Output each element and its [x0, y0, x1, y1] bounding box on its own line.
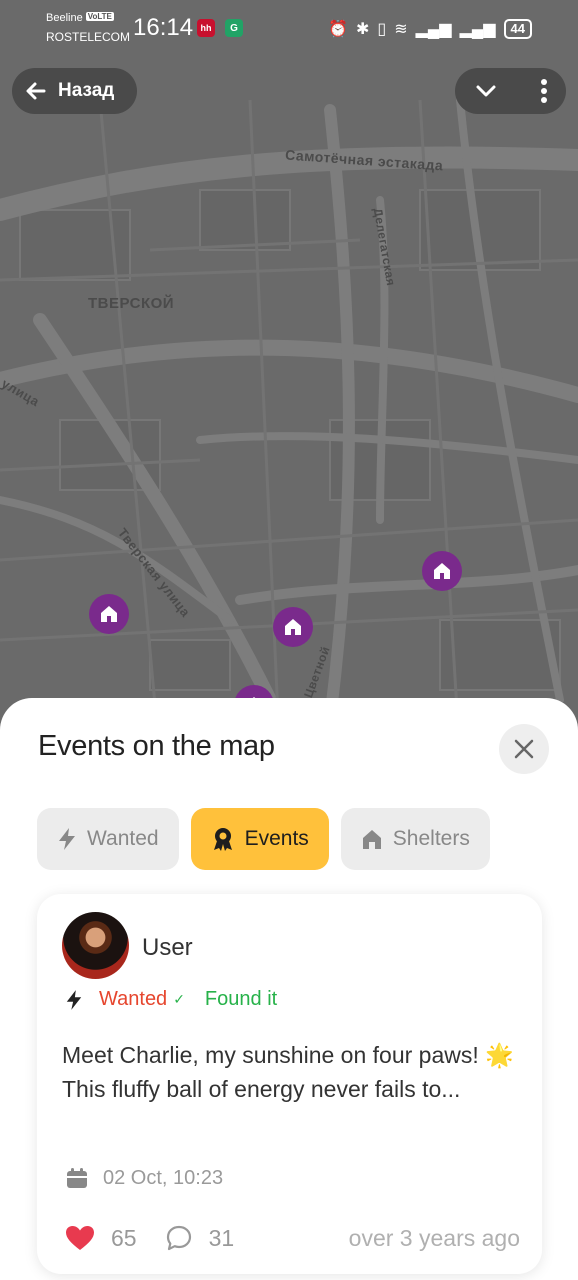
tab-label: Shelters [392, 827, 470, 850]
grammarly-app-icon: G [225, 19, 243, 37]
house-icon [285, 619, 301, 635]
arrow-left-icon [26, 82, 46, 100]
time-ago: over 3 years ago [348, 1224, 520, 1251]
bluetooth-icon: ✱ [356, 21, 370, 38]
heart-icon[interactable] [65, 1225, 95, 1251]
event-card[interactable]: User Wanted ✓ Found it Meet Charlie, my … [37, 894, 542, 1274]
tab-label: Wanted [87, 827, 159, 850]
status-icons: ⏰ ✱ ▯ ≋ ▂▄▆ ▂▄▆ 44 [328, 16, 532, 42]
status-found: Found it [204, 988, 278, 1010]
filter-tabs: Wanted Events Shelters [37, 808, 490, 870]
carrier-top: Beeline VoLTE [46, 12, 114, 24]
alarm-icon: ⏰ [328, 21, 348, 38]
tab-label: Events [244, 827, 309, 850]
status-wanted: Wanted [99, 988, 168, 1010]
tab-wanted[interactable]: Wanted [37, 808, 179, 870]
map-label-district: ТВЕРСКОЙ [88, 295, 175, 312]
calendar-icon [67, 1168, 87, 1188]
signal-icon: ▂▄▆ [459, 21, 496, 38]
tab-events[interactable]: Events [190, 808, 329, 870]
date-row: 02 Oct, 10:23 [65, 1166, 223, 1190]
house-icon [101, 606, 117, 622]
like-count: 65 [111, 1224, 137, 1251]
signal-icon: ▂▄▆ [415, 21, 452, 38]
map-pin[interactable] [89, 594, 129, 634]
back-button[interactable]: Назад [12, 68, 137, 114]
map[interactable]: ТВЕРСКОЙ Самотёчная эстакада Тверская ул… [0, 0, 578, 760]
wifi-icon: ≋ [394, 21, 408, 38]
tab-shelters[interactable]: Shelters [340, 808, 490, 870]
hh-app-icon: hh [197, 19, 215, 37]
close-icon [514, 739, 534, 759]
event-date: 02 Oct, 10:23 [103, 1166, 224, 1189]
user-name[interactable]: User [142, 934, 193, 962]
medal-icon [213, 828, 232, 851]
clock: 16:14 [133, 14, 194, 41]
sheet-title: Events on the map [38, 730, 275, 762]
comment-count: 31 [208, 1224, 235, 1251]
events-sheet: Events on the map Wanted Events Shelters… [0, 698, 578, 1280]
comment-icon[interactable] [165, 1224, 193, 1252]
event-description: Meet Charlie, my sunshine on four paws! … [62, 1042, 514, 1102]
status-row: Wanted ✓ Found it [65, 988, 277, 1011]
lightning-icon [59, 828, 75, 850]
card-footer: 65 31 over 3 years ago [65, 1224, 520, 1252]
more-vertical-icon[interactable] [540, 78, 548, 104]
avatar[interactable] [62, 912, 129, 979]
house-icon [362, 830, 381, 849]
chevron-down-icon[interactable] [473, 78, 499, 104]
status-bar: Beeline VoLTE ROSTELECOM 16:14 hh G ⏰ ✱ ▯… [0, 0, 578, 60]
battery-icon: 44 [503, 19, 532, 39]
carrier-bottom: ROSTELECOM [46, 30, 131, 44]
volte-badge: VoLTE [85, 12, 114, 21]
map-pin[interactable] [422, 551, 462, 591]
map-actions [455, 68, 566, 114]
check-icon: ✓ [173, 991, 185, 1007]
back-label: Назад [58, 80, 115, 101]
lightning-icon [66, 989, 82, 1010]
close-button[interactable] [499, 724, 549, 774]
house-icon [434, 563, 450, 579]
vibrate-icon: ▯ [377, 21, 387, 38]
map-pin[interactable] [273, 607, 313, 647]
